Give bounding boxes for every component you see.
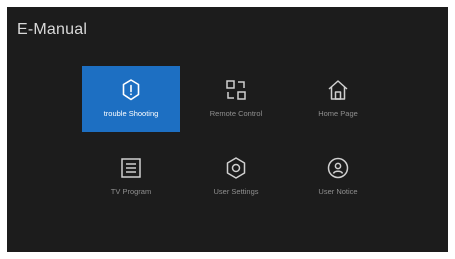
menu-tile-user-notice[interactable]: User Notice <box>289 144 387 210</box>
menu-tile-label: TV Program <box>110 187 152 196</box>
home-icon <box>326 78 350 102</box>
menu-tile-label: User Notice <box>318 187 358 196</box>
menu-tile-remote-control[interactable]: Remote Control <box>187 66 285 132</box>
menu-tile-label: Remote Control <box>209 109 263 118</box>
user-notice-icon <box>326 156 350 180</box>
menu-tile-home-page[interactable]: Home Page <box>289 66 387 132</box>
alert-circle-icon <box>119 78 143 102</box>
tv-program-icon <box>119 156 143 180</box>
menu-tile-user-settings[interactable]: User Settings <box>187 144 285 210</box>
remote-control-icon <box>224 78 248 102</box>
e-manual-screen: E-Manual trouble Shooting Remote Control <box>7 7 448 252</box>
menu-tile-trouble-shooting[interactable]: trouble Shooting <box>82 66 180 132</box>
menu-tile-tv-program[interactable]: TV Program <box>82 144 180 210</box>
menu-tile-label: trouble Shooting <box>103 109 159 118</box>
menu-tile-label: User Settings <box>213 187 259 196</box>
page-title: E-Manual <box>17 21 88 38</box>
menu-tile-label: Home Page <box>318 109 358 118</box>
settings-hexagon-icon <box>224 156 248 180</box>
